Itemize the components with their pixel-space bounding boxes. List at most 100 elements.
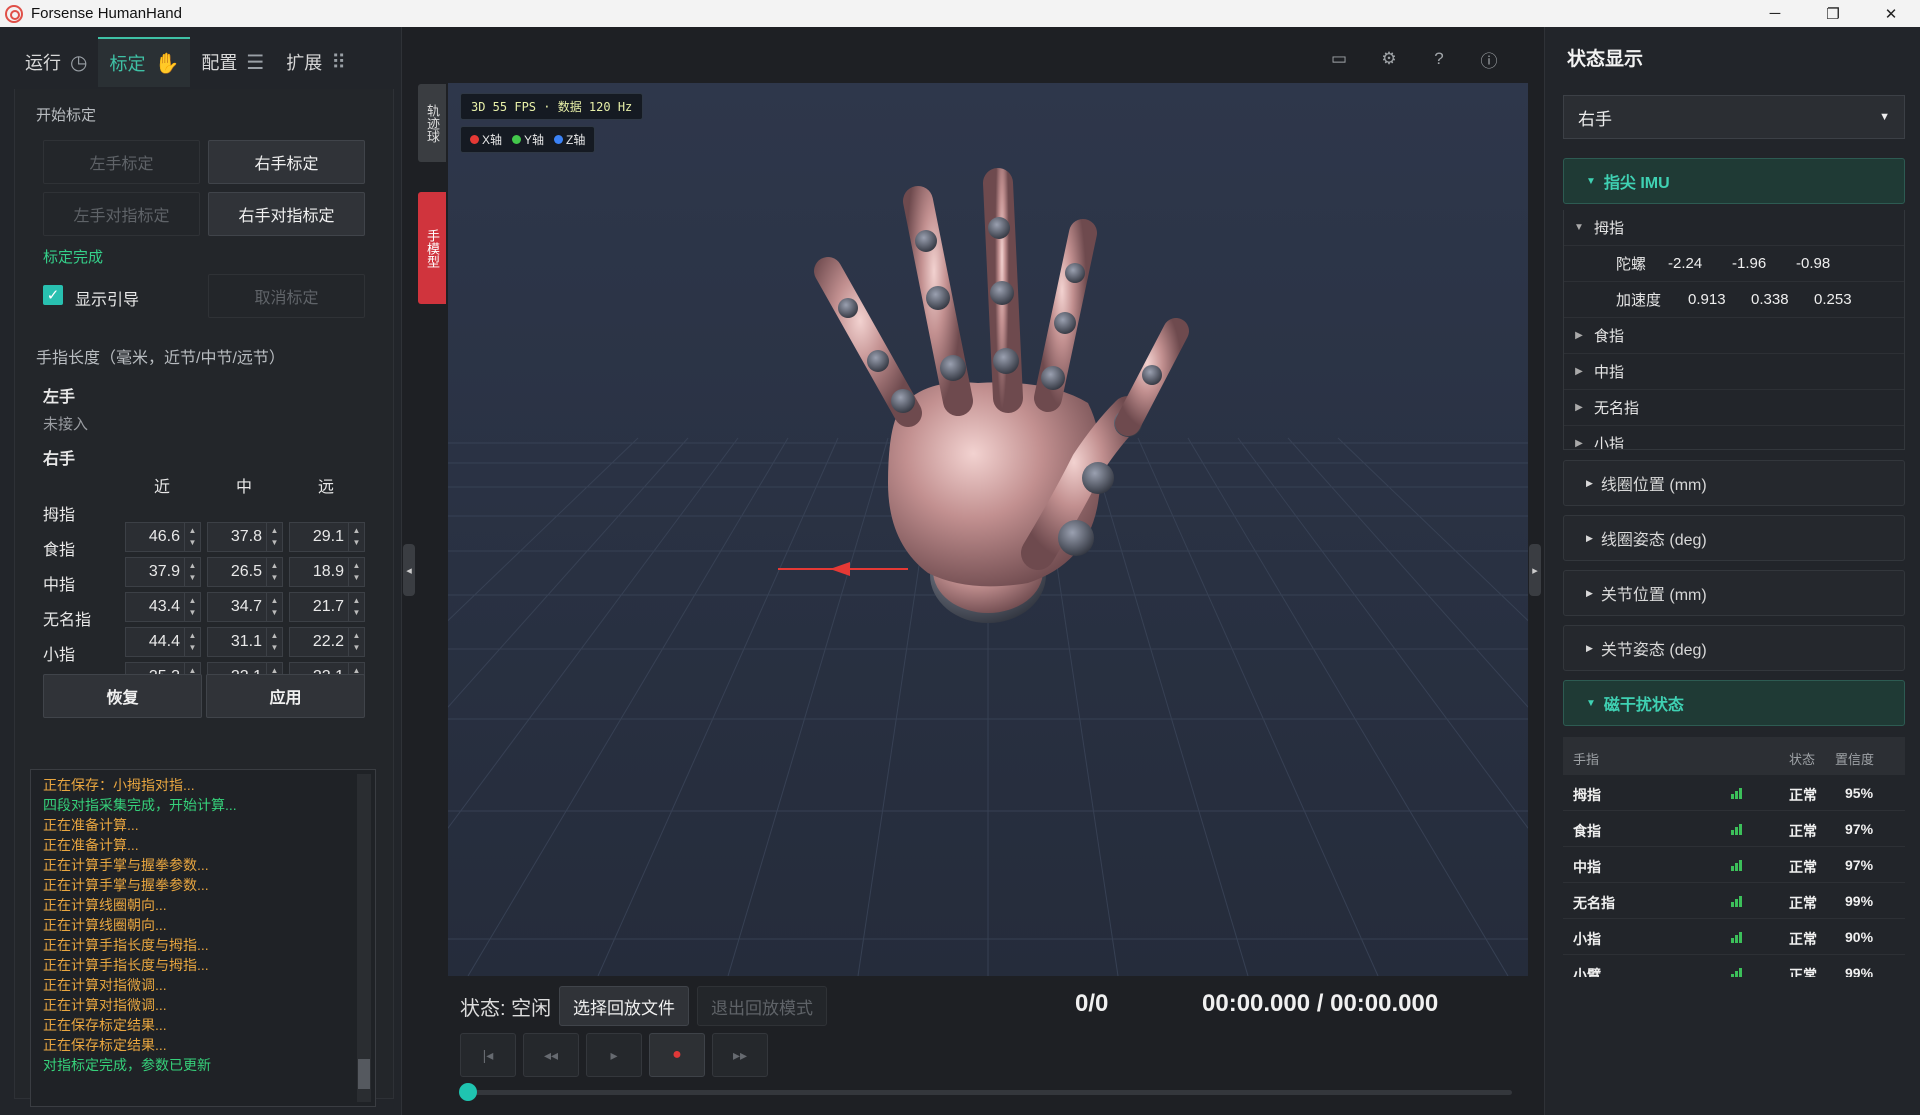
calibration-log: 正在保存：小拇指对指... 四段对指采集完成，开始计算... 正在准备计算... 正在… <box>30 769 376 1107</box>
stepper-arrows[interactable]: ▲▼ <box>348 523 364 551</box>
log-scrollbar[interactable] <box>357 774 371 1102</box>
playback-slider-track[interactable] <box>464 1090 1512 1095</box>
table-row: 拇指 正常 95% <box>1563 775 1905 811</box>
cancel-calibration-button[interactable]: 取消标定 <box>208 274 365 318</box>
hand-select[interactable]: 右手 ▼ <box>1563 95 1905 139</box>
stepper-arrows[interactable]: ▲▼ <box>266 628 282 656</box>
stepper-arrows[interactable]: ▲▼ <box>184 523 200 551</box>
play-button[interactable]: ▸ <box>586 1033 642 1077</box>
stepper-arrows[interactable]: ▲▼ <box>348 628 364 656</box>
collapse-right-panel-handle[interactable]: ▸ <box>1529 544 1541 596</box>
length-input[interactable]: 34.7 ▲ ▼ <box>207 592 283 622</box>
finger-label-index: 食指 <box>43 542 76 559</box>
tab-extend[interactable]: 扩展 ⠿ <box>275 37 357 87</box>
gyro-z: -0.98 <box>1796 255 1831 272</box>
tab-config[interactable]: 配置 ☰ <box>190 37 275 87</box>
length-input[interactable]: 37.9 ▲ ▼ <box>125 557 201 587</box>
log-line: 正在计算手指长度与拇指... <box>43 937 209 953</box>
length-input[interactable]: 22.2 ▲ ▼ <box>289 627 365 657</box>
stepper-arrows[interactable]: ▲▼ <box>184 628 200 656</box>
table-row: 无名指 正常 99% <box>1563 883 1905 919</box>
playback-slider-handle[interactable] <box>459 1083 477 1101</box>
info-icon[interactable]: ⓘ <box>1478 48 1500 71</box>
coil-position-section-header[interactable]: ▶ 线圈位置 (mm) <box>1563 460 1905 506</box>
select-playback-file-button[interactable]: 选择回放文件 <box>559 986 689 1026</box>
show-guide-checkbox[interactable]: ✓ <box>43 285 63 305</box>
tab-run[interactable]: 运行 ◷ <box>14 37 98 87</box>
hand-model-tab-label: 手模型 <box>425 228 440 268</box>
gear-icon[interactable]: ⚙ <box>1378 48 1400 70</box>
tab-calibrate[interactable]: 标定 ✋ <box>98 37 191 87</box>
sliders-icon: ☰ <box>246 51 265 74</box>
coil-attitude-section-header[interactable]: ▶ 线圈姿态 (deg) <box>1563 515 1905 561</box>
length-input[interactable]: 43.4 ▲ ▼ <box>125 592 201 622</box>
tree-item-index[interactable]: ▶ 食指 <box>1564 318 1904 354</box>
log-line: 四段对指采集完成，开始计算... <box>43 797 237 813</box>
confidence-cell: 99% <box>1845 893 1874 909</box>
fast-forward-button[interactable]: ▸▸ <box>712 1033 768 1077</box>
fingertip-imu-section-header[interactable]: ▼ 指尖 IMU <box>1563 158 1905 204</box>
log-line: 正在保存标定结果... <box>43 1037 167 1053</box>
magnetic-disturbance-section-header[interactable]: ▼ 磁干扰状态 <box>1563 680 1905 726</box>
length-input[interactable]: 31.1 ▲ ▼ <box>207 627 283 657</box>
stepper-arrows[interactable]: ▲▼ <box>184 593 200 621</box>
close-button[interactable]: ✕ <box>1862 0 1920 27</box>
hand-model-tab[interactable]: 手模型 <box>418 192 446 304</box>
minimize-button[interactable]: ─ <box>1746 0 1804 27</box>
joint-position-section-header[interactable]: ▶ 关节位置 (mm) <box>1563 570 1905 616</box>
rewind-button[interactable]: ◂◂ <box>523 1033 579 1077</box>
right-hand-calibrate-button[interactable]: 右手标定 <box>208 140 365 184</box>
finger-cell: 食指 <box>1573 823 1601 839</box>
caret-down-icon: ▼ <box>1574 222 1584 233</box>
left-hand-calibrate-button[interactable]: 左手标定 <box>43 140 200 184</box>
length-input[interactable]: 18.9 ▲ ▼ <box>289 557 365 587</box>
length-input[interactable]: 21.7 ▲ ▼ <box>289 592 365 622</box>
tree-item-little[interactable]: ▶ 小指 <box>1564 426 1904 449</box>
log-scrollbar-thumb[interactable] <box>358 1059 370 1089</box>
right-hand-label: 右手 <box>43 451 76 468</box>
stepper-arrows[interactable]: ▲▼ <box>184 558 200 586</box>
stepper-arrows[interactable]: ▲▼ <box>266 523 282 551</box>
length-input[interactable]: 46.6 ▲ ▼ <box>125 522 201 552</box>
main-tabs: 运行 ◷ 标定 ✋ 配置 ☰ 扩展 ⠿ <box>14 37 392 87</box>
skip-to-start-button[interactable]: |◂ <box>460 1033 516 1077</box>
signal-bars-icon <box>1731 931 1742 943</box>
grid-icon: ⠿ <box>331 51 346 74</box>
z-axis-label: Z轴 <box>566 133 586 147</box>
tree-item-thumb[interactable]: ▼ 拇指 <box>1564 210 1904 246</box>
length-input[interactable]: 29.1 ▲ ▼ <box>289 522 365 552</box>
log-lines: 正在保存：小拇指对指... 四段对指采集完成，开始计算... 正在准备计算... 正在… <box>43 775 343 1075</box>
length-input[interactable]: 37.8 ▲ ▼ <box>207 522 283 552</box>
length-input[interactable]: 44.4 ▲ ▼ <box>125 627 201 657</box>
help-icon[interactable]: ? <box>1428 48 1450 70</box>
exit-playback-mode-button[interactable]: 退出回放模式 <box>697 986 827 1026</box>
accel-x: 0.913 <box>1688 291 1726 308</box>
stepper-arrows[interactable]: ▲▼ <box>266 593 282 621</box>
app-title: Forsense HumanHand <box>31 5 182 22</box>
restore-button[interactable]: ❐ <box>1804 0 1862 27</box>
right-pinch-calibrate-button[interactable]: 右手对指标定 <box>208 192 365 236</box>
stepper-arrows[interactable]: ▲▼ <box>348 558 364 586</box>
coil-attitude-title: 线圈姿态 (deg) <box>1600 532 1707 549</box>
restore-button[interactable]: 恢复 <box>43 674 202 718</box>
stepper-arrows[interactable]: ▲▼ <box>348 593 364 621</box>
stepper-arrows[interactable]: ▲▼ <box>266 558 282 586</box>
tree-item-middle[interactable]: ▶ 中指 <box>1564 354 1904 390</box>
joint-attitude-section-header[interactable]: ▶ 关节姿态 (deg) <box>1563 625 1905 671</box>
3d-viewport[interactable]: 3D 55 FPS · 数据 120 Hz X轴 Y轴 Z轴 <box>448 83 1528 976</box>
tree-item-ring[interactable]: ▶ 无名指 <box>1564 390 1904 426</box>
playback-time: 00:00.000 / 00:00.000 <box>1202 990 1439 1017</box>
record-button[interactable]: ● <box>649 1033 705 1077</box>
left-pinch-calibrate-button[interactable]: 左手对指标定 <box>43 192 200 236</box>
length-input[interactable]: 26.5 ▲ ▼ <box>207 557 283 587</box>
tree-item-label: 拇指 <box>1594 220 1625 237</box>
collapse-left-panel-handle[interactable]: ◂ <box>403 544 415 596</box>
length-value: 44.4 <box>148 633 180 650</box>
caret-right-icon: ▶ <box>1575 402 1583 413</box>
viewport-toolbar: ▭ ⚙ ? ⓘ <box>402 27 1528 83</box>
trackball-tab[interactable]: 轨迹球 <box>418 84 446 162</box>
log-line: 正在准备计算... <box>43 817 139 833</box>
apply-button[interactable]: 应用 <box>206 674 365 718</box>
app-logo-icon <box>5 4 23 23</box>
screen-record-icon[interactable]: ▭ <box>1328 48 1350 70</box>
